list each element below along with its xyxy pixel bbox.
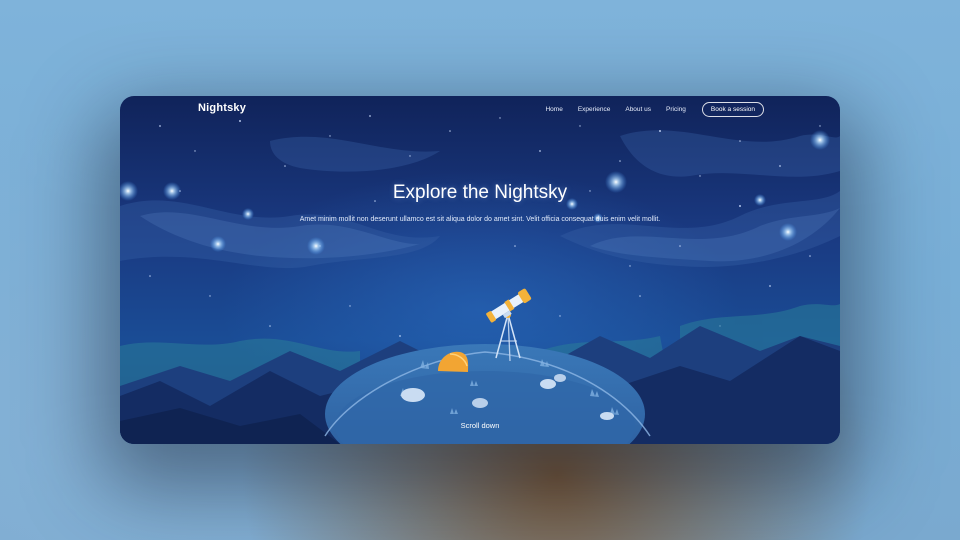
book-session-button[interactable]: Book a session [701,102,764,117]
website-preview-card: Nightsky Home Experience About us Pricin… [120,96,840,444]
nav-link-home[interactable]: Home [545,106,562,113]
nav-link-about-us[interactable]: About us [625,106,651,113]
site-logo[interactable]: Nightsky [198,102,246,114]
top-navigation: Nightsky Home Experience About us Pricin… [120,96,840,124]
hero-title: Explore the Nightsky [392,182,568,203]
nav-link-experience[interactable]: Experience [578,106,611,113]
hero-subtitle: Amet minim mollit non deserunt ullamco e… [299,216,661,223]
night-sky-illustration [120,115,840,444]
scroll-down-link[interactable]: Scroll down [120,421,840,430]
nav-link-pricing[interactable]: Pricing [666,106,686,113]
nav-links: Home Experience About us Pricing Book a … [530,102,764,117]
